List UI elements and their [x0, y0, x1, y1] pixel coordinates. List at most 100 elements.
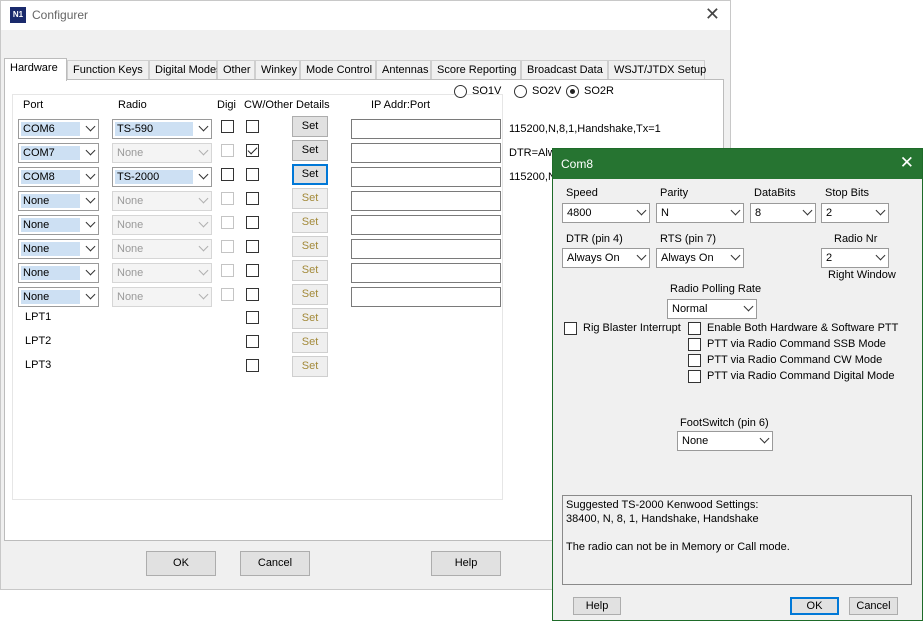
port-settings-text: DTR=Alw: [509, 147, 556, 159]
ptt-cw-label: PTT via Radio Command CW Mode: [707, 354, 883, 366]
radio-nr-label: Radio Nr: [834, 233, 878, 245]
port-select[interactable]: COM7: [18, 143, 99, 163]
lpt-cw-checkbox[interactable]: [246, 335, 259, 348]
chevron-down-icon: [85, 265, 96, 276]
cw-other-checkbox[interactable]: [246, 144, 259, 157]
tab-hardware[interactable]: Hardware: [4, 58, 67, 81]
so2r-radio[interactable]: [566, 85, 579, 98]
cw-other-checkbox[interactable]: [246, 240, 259, 253]
tab-wsjt-jtdx-setup[interactable]: WSJT/JTDX Setup: [608, 60, 706, 80]
digi-checkbox: [221, 264, 234, 277]
radio-nr-select[interactable]: 2: [821, 248, 889, 268]
footswitch-select[interactable]: None: [677, 431, 773, 451]
tab-function-keys[interactable]: Function Keys: [67, 60, 149, 80]
digi-checkbox[interactable]: [221, 168, 234, 181]
port-select[interactable]: COM6: [18, 119, 99, 139]
cw-other-checkbox[interactable]: [246, 168, 259, 181]
cw-other-checkbox[interactable]: [246, 120, 259, 133]
ip-address-field[interactable]: [351, 191, 501, 211]
polling-select[interactable]: Normal: [667, 299, 757, 319]
memo-line: 38400, N, 8, 1, Handshake, Handshake: [566, 513, 759, 525]
lpt-label: LPT1: [25, 311, 52, 323]
so2v-label: SO2V: [532, 85, 562, 97]
ip-address-field[interactable]: [351, 215, 501, 235]
ip-address-field[interactable]: [351, 119, 501, 139]
port-select[interactable]: None: [18, 215, 99, 235]
dialog-title-bar: Com8 ✕: [553, 149, 922, 179]
databits-label: DataBits: [754, 187, 796, 199]
lpt-set-button: Set: [292, 308, 328, 329]
chevron-down-icon: [743, 301, 754, 312]
port-select[interactable]: None: [18, 191, 99, 211]
ok-button[interactable]: OK: [146, 551, 216, 576]
ptt-cw-checkbox[interactable]: [688, 354, 701, 367]
so1v-radio[interactable]: [454, 85, 467, 98]
set-button: Set: [292, 212, 328, 233]
ip-address-field[interactable]: [351, 263, 501, 283]
radio-select: None: [112, 143, 212, 163]
chevron-down-icon: [85, 121, 96, 132]
cw-other-checkbox[interactable]: [246, 288, 259, 301]
radio-select[interactable]: TS-590: [112, 119, 212, 139]
lpt-label: LPT3: [25, 359, 52, 371]
digi-checkbox: [221, 144, 234, 157]
cw-other-checkbox[interactable]: [246, 264, 259, 277]
chevron-down-icon: [198, 193, 209, 204]
chevron-down-icon: [730, 205, 741, 216]
rig-blaster-checkbox[interactable]: [564, 322, 577, 335]
settings-memo: Suggested TS-2000 Kenwood Settings: 3840…: [562, 495, 912, 585]
set-button[interactable]: Set: [292, 116, 328, 137]
chevron-down-icon: [198, 289, 209, 300]
ip-address-field[interactable]: [351, 143, 501, 163]
set-button: Set: [292, 236, 328, 257]
cw-other-checkbox[interactable]: [246, 192, 259, 205]
lpt-cw-checkbox[interactable]: [246, 311, 259, 324]
cancel-button[interactable]: Cancel: [240, 551, 310, 576]
so1v-label: SO1V: [472, 85, 502, 97]
port-select[interactable]: None: [18, 263, 99, 283]
close-icon[interactable]: ✕: [705, 4, 720, 25]
lpt-cw-checkbox[interactable]: [246, 359, 259, 372]
lpt-set-button: Set: [292, 356, 328, 377]
set-button[interactable]: Set: [292, 164, 328, 185]
enable-both-ptt-checkbox[interactable]: [688, 322, 701, 335]
radio-select[interactable]: TS-2000: [112, 167, 212, 187]
radio-select: None: [112, 263, 212, 283]
port-select[interactable]: None: [18, 239, 99, 259]
tab-broadcast-data[interactable]: Broadcast Data: [521, 60, 608, 80]
ptt-digital-label: PTT via Radio Command Digital Mode: [707, 370, 895, 382]
digi-checkbox[interactable]: [221, 120, 234, 133]
tab-other[interactable]: Other: [217, 60, 255, 80]
port-select[interactable]: None: [18, 287, 99, 307]
databits-select[interactable]: 8: [750, 203, 816, 223]
so2v-radio[interactable]: [514, 85, 527, 98]
tab-mode-control[interactable]: Mode Control: [300, 60, 376, 80]
dialog-help-button[interactable]: Help: [573, 597, 621, 615]
rts-select[interactable]: Always On: [656, 248, 744, 268]
set-button[interactable]: Set: [292, 140, 328, 161]
dialog-ok-button[interactable]: OK: [790, 597, 839, 615]
tab-winkey[interactable]: Winkey: [255, 60, 300, 80]
port-select[interactable]: COM8: [18, 167, 99, 187]
chevron-down-icon: [636, 205, 647, 216]
parity-select[interactable]: N: [656, 203, 744, 223]
tab-digital-modes[interactable]: Digital Modes: [149, 60, 222, 80]
ip-address-field[interactable]: [351, 167, 501, 187]
dtr-select[interactable]: Always On: [562, 248, 650, 268]
dialog-cancel-button[interactable]: Cancel: [849, 597, 898, 615]
ip-address-field[interactable]: [351, 239, 501, 259]
radio-select: None: [112, 287, 212, 307]
ptt-ssb-checkbox[interactable]: [688, 338, 701, 351]
stopbits-select[interactable]: 2: [821, 203, 889, 223]
lpt-set-button: Set: [292, 332, 328, 353]
ip-address-field[interactable]: [351, 287, 501, 307]
ptt-digital-checkbox[interactable]: [688, 370, 701, 383]
tab-score-reporting[interactable]: Score Reporting: [431, 60, 521, 80]
help-button[interactable]: Help: [431, 551, 501, 576]
tab-antennas[interactable]: Antennas: [376, 60, 431, 80]
close-icon[interactable]: ✕: [900, 153, 914, 173]
cw-other-checkbox[interactable]: [246, 216, 259, 229]
chevron-down-icon: [198, 121, 209, 132]
speed-select[interactable]: 4800: [562, 203, 650, 223]
radio-header: Radio: [118, 99, 147, 111]
